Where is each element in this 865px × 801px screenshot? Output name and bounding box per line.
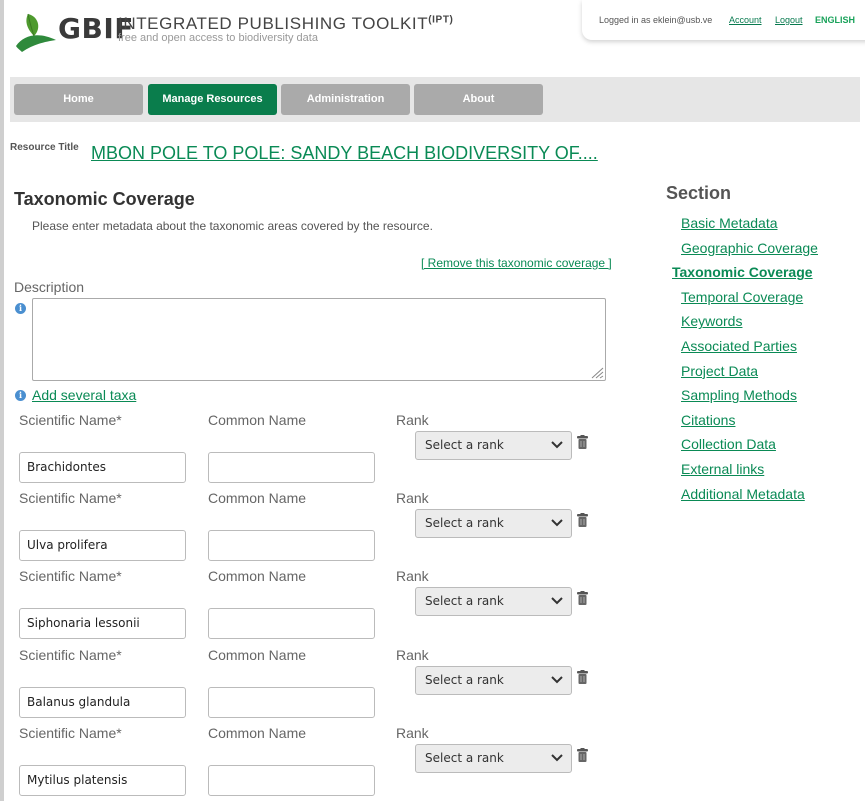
logged-in-text: Logged in as eklein@usb.ve bbox=[599, 15, 713, 25]
sidebar-item-basic-metadata[interactable]: Basic Metadata bbox=[681, 215, 778, 231]
section-title: Taxonomic Coverage bbox=[14, 189, 195, 209]
sidebar-item-additional-metadata[interactable]: Additional Metadata bbox=[681, 486, 805, 502]
add-several-taxa-link[interactable]: Add several taxa bbox=[32, 387, 136, 403]
resource-title-link[interactable]: MBON POLE TO POLE: SANDY BEACH BIODIVERS… bbox=[91, 143, 598, 164]
chevron-down-icon bbox=[551, 441, 563, 449]
nav-administration[interactable]: Administration bbox=[281, 84, 410, 115]
logout-link[interactable]: Logout bbox=[775, 15, 803, 25]
rank-select[interactable]: Select a rank bbox=[415, 744, 572, 773]
rank-select-value: Select a rank bbox=[425, 438, 504, 452]
nav-home[interactable]: Home bbox=[14, 84, 143, 115]
section-intro: Please enter metadata about the taxonomi… bbox=[32, 219, 433, 233]
account-link[interactable]: Account bbox=[729, 15, 762, 25]
trash-icon[interactable] bbox=[577, 435, 588, 449]
app-subtitle: free and open access to biodiversity dat… bbox=[118, 32, 318, 44]
sidebar-item-external-links[interactable]: External links bbox=[681, 461, 764, 477]
common-name-input[interactable] bbox=[208, 452, 375, 483]
trash-icon[interactable] bbox=[577, 670, 588, 684]
rank-select[interactable]: Select a rank bbox=[415, 509, 572, 538]
sidebar-item-collection-data[interactable]: Collection Data bbox=[681, 436, 776, 452]
rank-select-value: Select a rank bbox=[425, 673, 504, 687]
chevron-down-icon bbox=[551, 597, 563, 605]
chevron-down-icon bbox=[551, 519, 563, 527]
scientific-name-label: Scientific Name* bbox=[19, 647, 122, 663]
sidebar-item-taxonomic-coverage[interactable]: Taxonomic Coverage bbox=[672, 264, 813, 280]
sidebar-item-associated-parties[interactable]: Associated Parties bbox=[681, 338, 797, 354]
scientific-name-label: Scientific Name* bbox=[19, 490, 122, 506]
common-name-label: Common Name bbox=[208, 647, 307, 663]
language-selector[interactable]: ENGLISH bbox=[815, 15, 855, 25]
common-name-input[interactable] bbox=[208, 530, 375, 561]
common-name-input[interactable] bbox=[208, 765, 375, 796]
rank-select[interactable]: Select a rank bbox=[415, 666, 572, 695]
sidebar-item-citations[interactable]: Citations bbox=[681, 412, 735, 428]
scientific-name-input[interactable]: Ulva prolifera bbox=[19, 530, 186, 561]
common-name-label: Common Name bbox=[208, 568, 307, 584]
common-name-label: Common Name bbox=[208, 412, 307, 428]
rank-select-value: Select a rank bbox=[425, 751, 504, 765]
info-icon[interactable]: i bbox=[15, 303, 26, 314]
app-title-sup: (IPT) bbox=[428, 14, 454, 26]
common-name-input[interactable] bbox=[208, 608, 375, 639]
scientific-name-input[interactable]: Mytilus platensis bbox=[19, 765, 186, 796]
nav-manage-resources[interactable]: Manage Resources bbox=[148, 84, 277, 115]
rank-label: Rank bbox=[396, 725, 429, 741]
rank-label: Rank bbox=[396, 412, 429, 428]
scientific-name-input[interactable]: Brachidontes bbox=[19, 452, 186, 483]
sidebar-item-sampling-methods[interactable]: Sampling Methods bbox=[681, 387, 797, 403]
common-name-label: Common Name bbox=[208, 725, 307, 741]
rank-select[interactable]: Select a rank bbox=[415, 431, 572, 460]
common-name-label: Common Name bbox=[208, 490, 307, 506]
resize-grip-icon[interactable] bbox=[590, 366, 604, 379]
nav-about[interactable]: About bbox=[414, 84, 543, 115]
remove-coverage-link[interactable]: [ Remove this taxonomic coverage ] bbox=[421, 256, 612, 270]
rank-select-value: Select a rank bbox=[425, 516, 504, 530]
sidebar-title: Section bbox=[666, 183, 732, 203]
app-title: INTEGRATED PUBLISHING TOOLKIT(IPT) bbox=[118, 14, 454, 33]
gbif-logo-icon bbox=[16, 13, 56, 52]
scientific-name-label: Scientific Name* bbox=[19, 568, 122, 584]
rank-label: Rank bbox=[396, 647, 429, 663]
chevron-down-icon bbox=[551, 754, 563, 762]
chevron-down-icon bbox=[551, 676, 563, 684]
user-menu: Logged in as eklein@usb.ve Account Logou… bbox=[582, 0, 865, 40]
rank-label: Rank bbox=[396, 490, 429, 506]
sidebar-item-keywords[interactable]: Keywords bbox=[681, 313, 742, 329]
sidebar-item-geographic-coverage[interactable]: Geographic Coverage bbox=[681, 240, 818, 256]
sidebar-item-temporal-coverage[interactable]: Temporal Coverage bbox=[681, 289, 803, 305]
info-icon[interactable]: i bbox=[15, 390, 26, 401]
common-name-input[interactable] bbox=[208, 687, 375, 718]
rank-select[interactable]: Select a rank bbox=[415, 587, 572, 616]
scientific-name-label: Scientific Name* bbox=[19, 725, 122, 741]
trash-icon[interactable] bbox=[577, 748, 588, 762]
trash-icon[interactable] bbox=[577, 513, 588, 527]
description-label: Description bbox=[14, 279, 85, 295]
rank-select-value: Select a rank bbox=[425, 594, 504, 608]
trash-icon[interactable] bbox=[577, 591, 588, 605]
description-field[interactable] bbox=[32, 298, 606, 381]
scientific-name-input[interactable]: Balanus glandula bbox=[19, 687, 186, 718]
scientific-name-input[interactable]: Siphonaria lessonii bbox=[19, 608, 186, 639]
rank-label: Rank bbox=[396, 568, 429, 584]
page-left-border bbox=[0, 0, 4, 801]
sidebar-item-project-data[interactable]: Project Data bbox=[681, 363, 758, 379]
scientific-name-label: Scientific Name* bbox=[19, 412, 122, 428]
resource-title-label: Resource Title bbox=[10, 142, 79, 153]
